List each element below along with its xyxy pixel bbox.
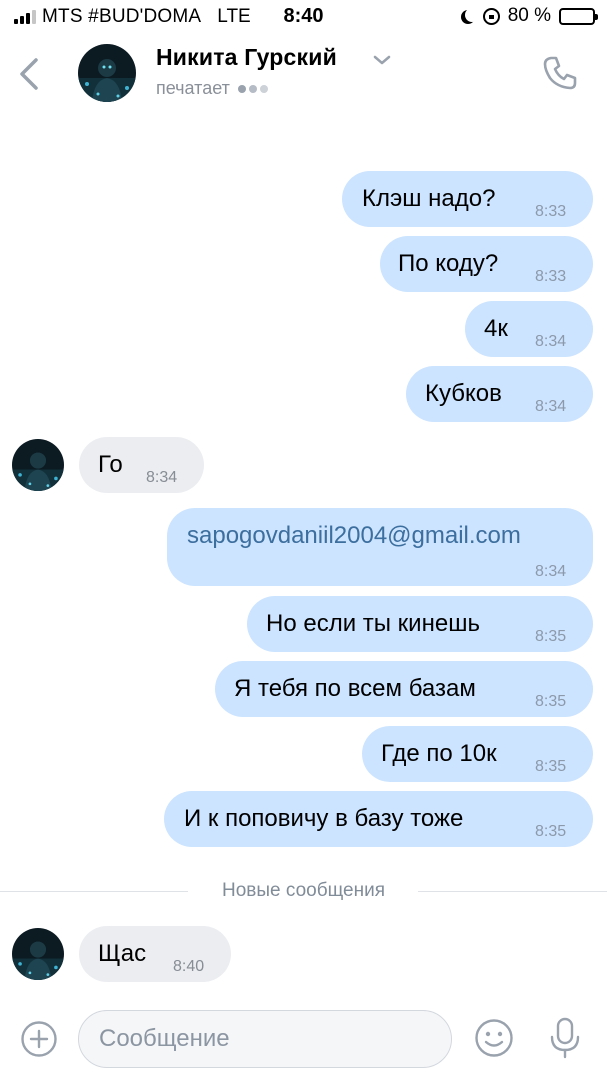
do-not-disturb-icon <box>465 8 479 22</box>
message-text: Кубков <box>425 380 502 407</box>
message-bubble-outgoing[interactable]: И к поповичу в базу тоже 8:35 <box>164 791 593 847</box>
rotation-lock-icon <box>482 7 500 25</box>
smile-icon[interactable] <box>474 1018 514 1058</box>
microphone-icon[interactable] <box>548 1016 582 1060</box>
message-time: 8:33 <box>535 203 567 220</box>
message-time: 8:35 <box>535 758 567 775</box>
message-text: Го <box>98 451 123 478</box>
avatar[interactable] <box>78 44 136 102</box>
avatar[interactable] <box>12 439 64 491</box>
message-text: Где по 10к <box>381 740 497 767</box>
message-text: Но если ты кинешь <box>266 610 480 637</box>
message-time: 8:34 <box>535 398 567 415</box>
avatar-image <box>12 928 64 980</box>
message-bubble-incoming[interactable]: Го 8:34 <box>79 437 204 493</box>
separator-line-right <box>418 891 607 892</box>
phone-icon[interactable] <box>541 54 579 92</box>
message-composer: Сообщение <box>0 1000 607 1080</box>
message-bubble-incoming[interactable]: Щас 8:40 <box>79 926 231 982</box>
typing-status-label: печатает <box>156 78 230 98</box>
message-text: Щас <box>98 940 147 967</box>
message-input[interactable]: Сообщение <box>78 1010 452 1068</box>
message-bubble-outgoing[interactable]: Где по 10к 8:35 <box>362 726 593 782</box>
message-text: Я тебя по всем базам <box>234 675 476 702</box>
message-bubble-outgoing[interactable]: Клэш надо? 8:33 <box>342 171 593 227</box>
message-time: 8:34 <box>535 563 567 580</box>
typing-dots-icon <box>237 84 268 93</box>
message-time: 8:34 <box>535 333 567 350</box>
message-text: 4к <box>484 315 508 342</box>
message-time: 8:35 <box>535 628 567 645</box>
message-time: 8:34 <box>146 469 178 486</box>
message-bubble-outgoing[interactable]: 4к 8:34 <box>465 301 593 357</box>
contact-name[interactable]: Никита Гурский <box>156 44 337 71</box>
message-text: Клэш надо? <box>362 185 496 212</box>
message-time: 8:35 <box>535 693 567 710</box>
avatar[interactable] <box>12 928 64 980</box>
message-bubble-outgoing[interactable]: Кубков 8:34 <box>406 366 593 422</box>
message-time: 8:40 <box>173 958 205 975</box>
message-time: 8:35 <box>535 823 567 840</box>
battery-percent: 80 % <box>507 5 551 26</box>
battery-icon <box>559 7 598 25</box>
status-bar: MTS #BUD'DOMA LTE 8:40 80 % <box>0 0 607 34</box>
message-text: По коду? <box>398 250 499 277</box>
status-bar-right: 80 % <box>461 5 598 27</box>
back-chevron-icon[interactable] <box>16 56 44 92</box>
plus-icon[interactable] <box>20 1020 58 1058</box>
avatar-image <box>12 439 64 491</box>
message-bubble-outgoing[interactable]: Но если ты кинешь 8:35 <box>247 596 593 652</box>
chevron-down-icon[interactable] <box>372 54 392 66</box>
typing-status: печатает <box>156 78 268 99</box>
message-time: 8:33 <box>535 268 567 285</box>
email-link[interactable]: sapogovdaniil2004@gmail.com <box>187 522 521 550</box>
message-bubble-outgoing[interactable]: Я тебя по всем базам 8:35 <box>215 661 593 717</box>
message-input-placeholder: Сообщение <box>99 1025 230 1052</box>
message-text: И к поповичу в базу тоже <box>184 805 464 832</box>
chat-header: Никита Гурский печатает <box>0 34 607 114</box>
message-bubble-outgoing[interactable]: sapogovdaniil2004@gmail.com 8:34 <box>167 508 593 586</box>
avatar-image <box>78 44 136 102</box>
message-bubble-outgoing[interactable]: По коду? 8:33 <box>380 236 593 292</box>
